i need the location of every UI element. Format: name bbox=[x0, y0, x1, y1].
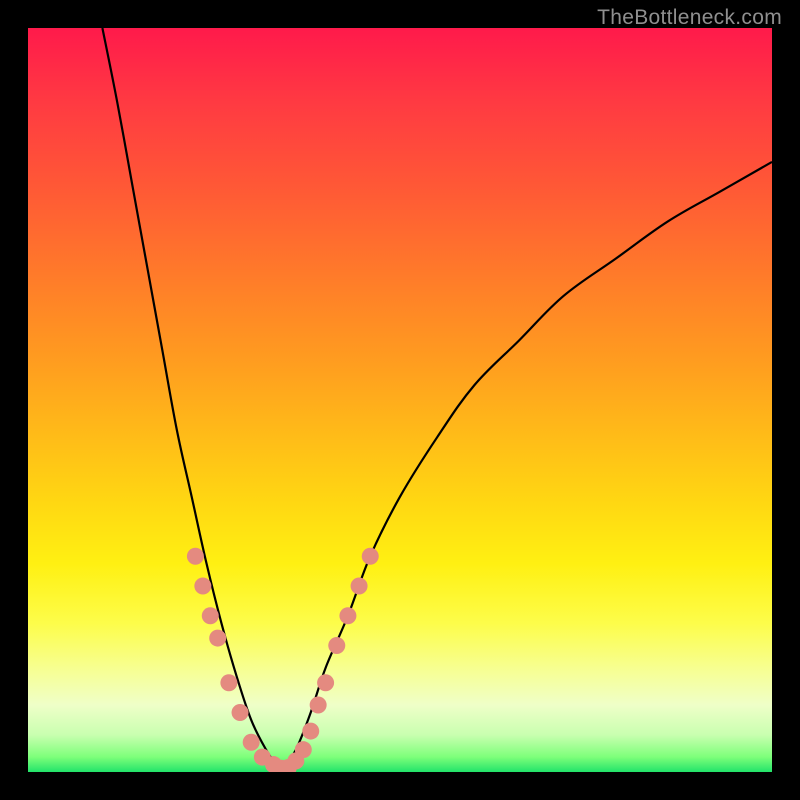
highlight-dot bbox=[339, 607, 356, 624]
highlight-dot bbox=[194, 578, 211, 595]
highlight-dot bbox=[232, 704, 249, 721]
highlight-dot bbox=[317, 674, 334, 691]
chart-frame: TheBottleneck.com bbox=[0, 0, 800, 800]
highlight-dots bbox=[187, 548, 379, 772]
highlight-dot bbox=[310, 697, 327, 714]
left-branch-curve bbox=[102, 28, 281, 772]
highlight-dot bbox=[328, 637, 345, 654]
highlight-dot bbox=[202, 607, 219, 624]
watermark-text: TheBottleneck.com bbox=[597, 6, 782, 30]
highlight-dot bbox=[362, 548, 379, 565]
highlight-dot bbox=[295, 741, 312, 758]
highlight-dot bbox=[187, 548, 204, 565]
highlight-dot bbox=[302, 723, 319, 740]
highlight-dot bbox=[351, 578, 368, 595]
right-branch-curve bbox=[281, 162, 772, 772]
highlight-dot bbox=[209, 630, 226, 647]
highlight-dot bbox=[243, 734, 260, 751]
chart-svg bbox=[28, 28, 772, 772]
plot-area bbox=[28, 28, 772, 772]
highlight-dot bbox=[220, 674, 237, 691]
